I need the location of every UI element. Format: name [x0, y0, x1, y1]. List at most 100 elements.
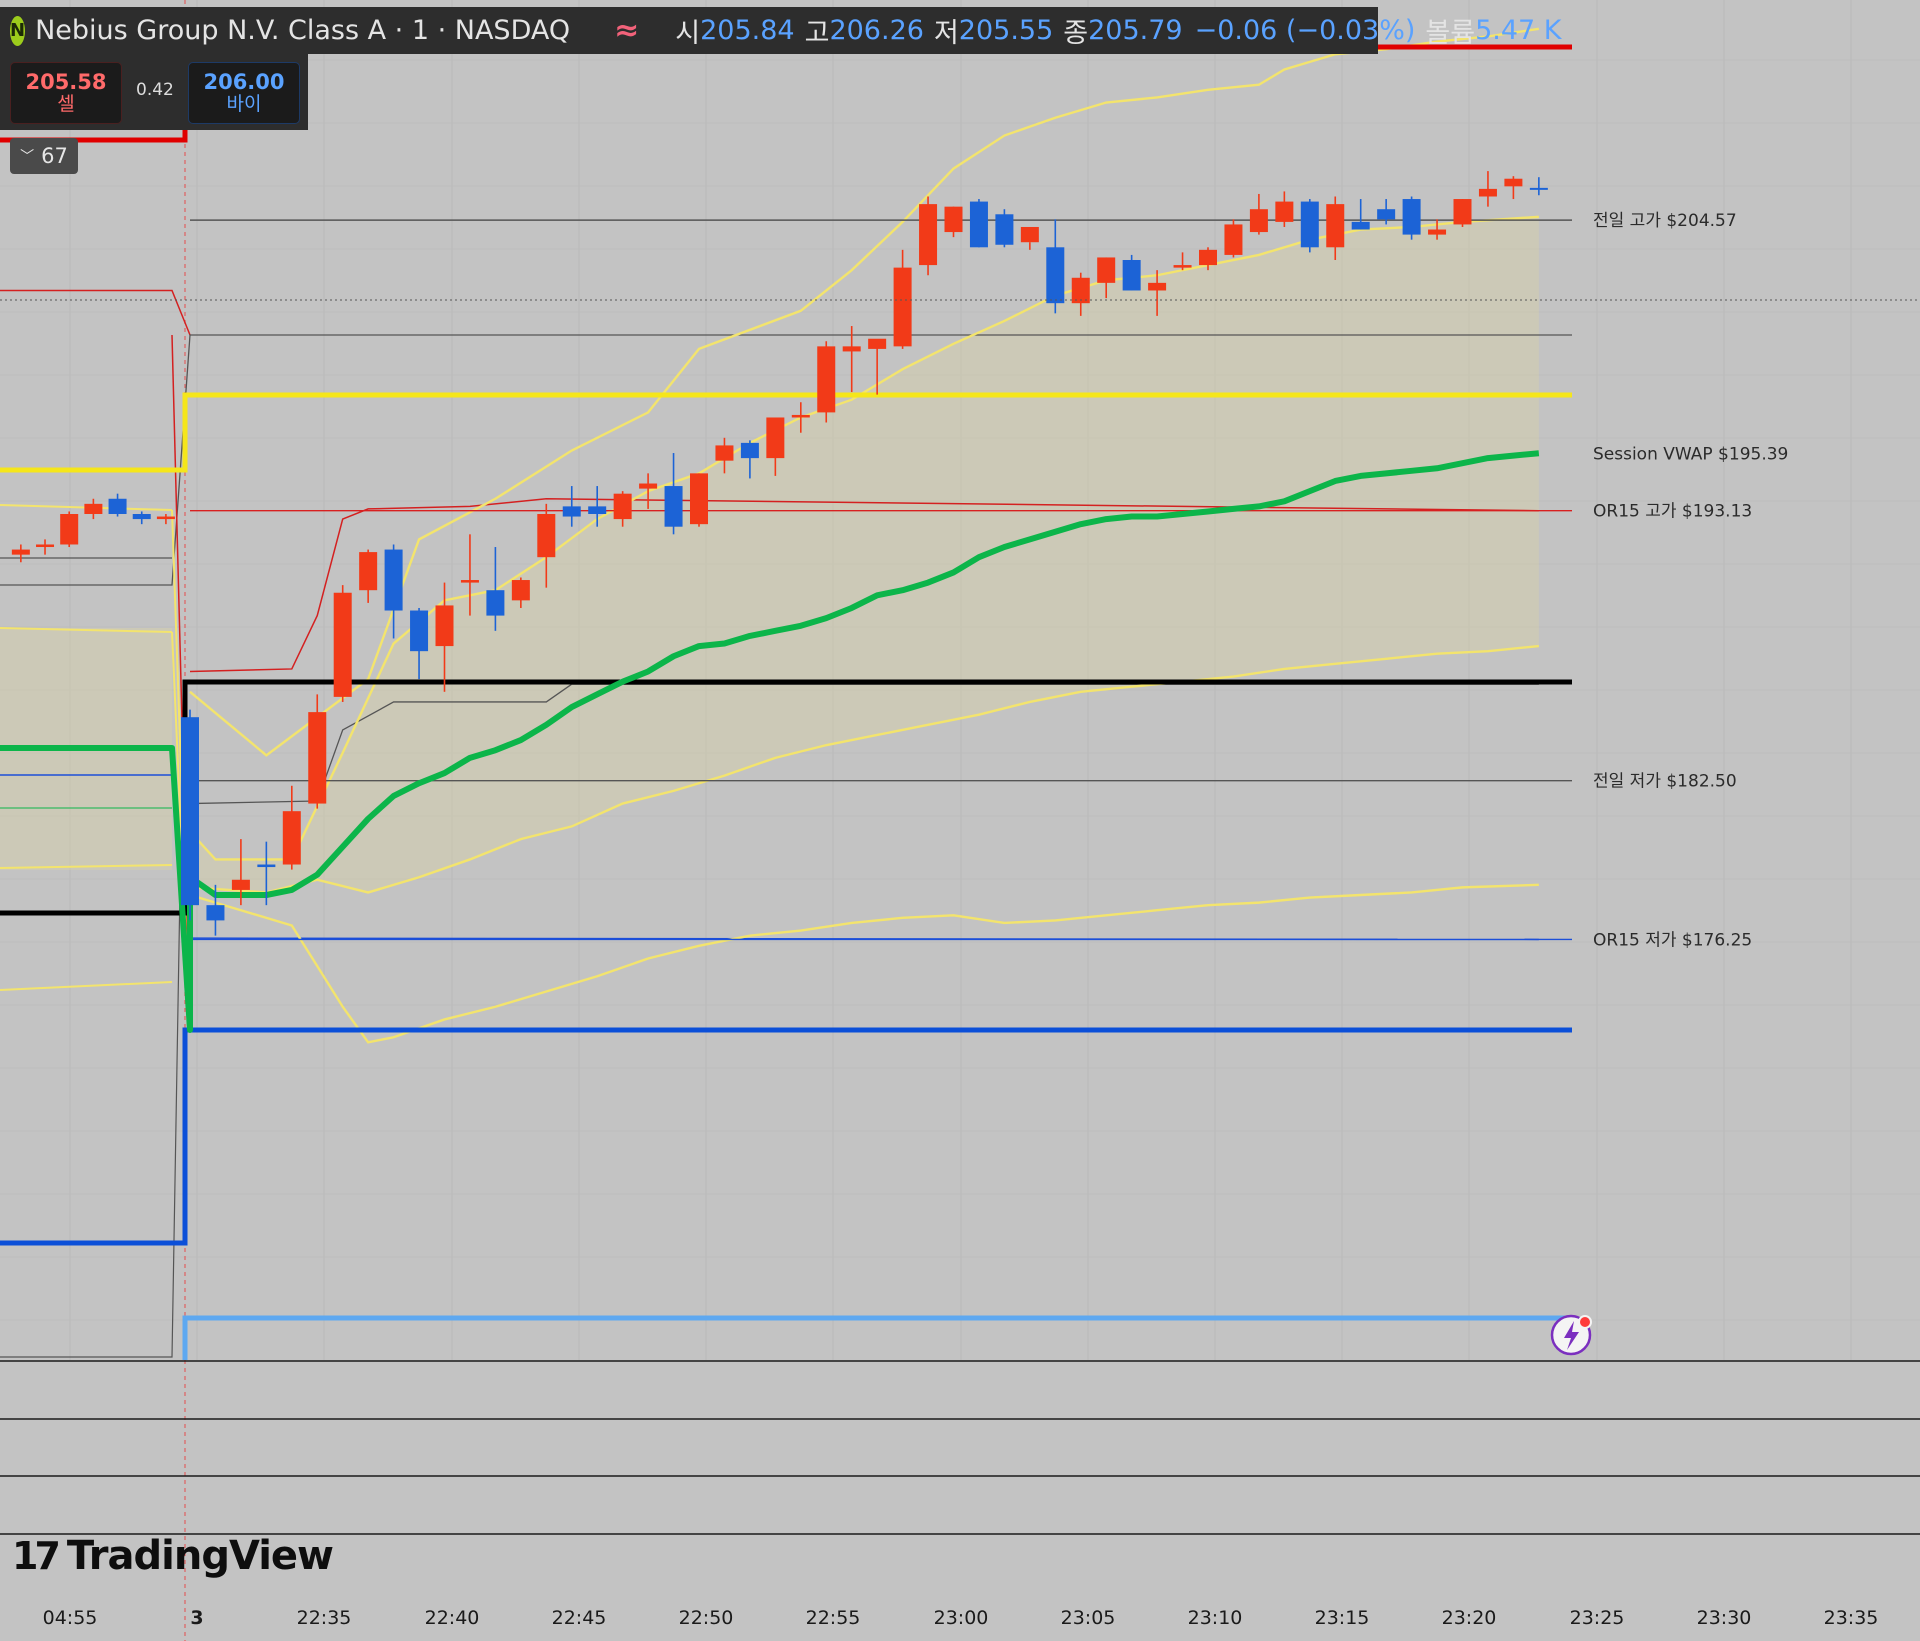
candle-body [1300, 201, 1319, 248]
level-label-1: Session VWAP $195.39 [1593, 444, 1788, 464]
candle-body [359, 552, 378, 591]
candle-body [231, 879, 250, 890]
candle-body [919, 204, 938, 266]
candle-body [1249, 209, 1268, 233]
candle-body [1071, 277, 1090, 304]
x-tick-label: 04:55 [43, 1607, 98, 1629]
x-tick-label: 23:25 [1570, 1607, 1625, 1629]
candle-body [969, 201, 988, 248]
indicator-count: 67 [41, 144, 68, 168]
candle-body [740, 442, 759, 459]
open-key: 시 [675, 18, 701, 49]
candle-body [181, 717, 199, 906]
pre-candle-body [156, 516, 175, 520]
x-tick-label: 22:50 [679, 1607, 734, 1629]
candle-body [868, 338, 887, 349]
sell-price: 205.58 [25, 70, 107, 94]
x-tick-label: 23:20 [1442, 1607, 1497, 1629]
x-tick-label: 22:40 [425, 1607, 480, 1629]
wave-icon: ≈ [614, 13, 640, 48]
candle-body [308, 712, 327, 804]
candle-body [1020, 226, 1039, 243]
level-label-3: 전일 저가 $182.50 [1593, 772, 1737, 792]
close-key: 종 [1063, 18, 1089, 49]
candle-body [435, 605, 454, 647]
spread-value: 0.42 [136, 80, 174, 100]
candle-body [1275, 201, 1294, 222]
level-label-0: 전일 고가 $204.57 [1593, 211, 1737, 231]
candle-body [384, 549, 403, 611]
pre-candle-body [60, 514, 79, 545]
x-tick-label: 3 [190, 1607, 203, 1629]
high-key: 고 [804, 18, 830, 49]
chevron-down-icon: ﹀ [20, 149, 35, 165]
tradingview-mark-icon: 17 [12, 1534, 61, 1578]
candle-body [1529, 187, 1548, 190]
candle-body [1173, 265, 1192, 268]
candle-body [1402, 199, 1421, 235]
low-key: 저 [933, 18, 959, 49]
candle-body [1453, 199, 1472, 225]
trade-panel: 205.58 셀 0.42 206.00 바이 [0, 54, 308, 130]
candle-body [1326, 204, 1345, 248]
candle-body [206, 905, 225, 921]
candle-body [1224, 224, 1243, 255]
volume-key: 볼륨 [1425, 18, 1476, 49]
candle-body [842, 346, 861, 352]
level-label-2: OR15 고가 $193.13 [1593, 502, 1752, 522]
candle-body [1478, 188, 1497, 197]
price-chart[interactable]: 전일 고가 $204.57 Session VWAP $195.39 OR15 고가… [0, 0, 1920, 1641]
x-tick-label: 23:10 [1188, 1607, 1243, 1629]
x-tick-label: 22:35 [297, 1607, 352, 1629]
alert-bolt-icon[interactable] [1550, 1314, 1592, 1356]
candle-body [1097, 257, 1116, 283]
candle-body [1428, 229, 1447, 235]
candle-body [664, 486, 683, 527]
pre-candle-body [36, 544, 55, 548]
pre-candle-body [132, 514, 151, 520]
candle-body [791, 414, 810, 418]
sell-label: 셀 [57, 93, 75, 116]
x-tick-label: 22:55 [806, 1607, 861, 1629]
buy-price: 206.00 [203, 70, 285, 94]
x-tick-label: 23:15 [1315, 1607, 1370, 1629]
candle-body [944, 206, 963, 233]
candle-body [1199, 249, 1217, 266]
candle-body [639, 483, 658, 489]
x-tick-label: 23:00 [934, 1607, 989, 1629]
x-tick-label: 22:45 [552, 1607, 607, 1629]
pre-candle-body [108, 498, 127, 514]
indicators-collapse-button[interactable]: ﹀ 67 [10, 138, 78, 174]
x-tick-label: 23:30 [1697, 1607, 1752, 1629]
pre-candle-body [84, 503, 103, 514]
candle-body [690, 473, 708, 525]
candle-body [257, 864, 276, 868]
tradingview-wordmark: TradingView [66, 1533, 334, 1579]
candle-body [1377, 209, 1396, 220]
symbol-header[interactable]: N Nebius Group N.V. Class A · 1 · NASDAQ… [0, 7, 1561, 54]
low-value: 205.55 [958, 15, 1054, 46]
candle-body [282, 811, 301, 865]
close-value: 205.79 [1088, 15, 1183, 46]
buy-button[interactable]: 206.00 바이 [188, 62, 300, 124]
sell-button[interactable]: 205.58 셀 [10, 62, 122, 124]
candle-body [537, 514, 556, 558]
open-value: 205.84 [700, 15, 795, 46]
symbol-logo-icon: N [10, 15, 26, 46]
candle-body [715, 445, 734, 461]
x-tick-label: 23:05 [1061, 1607, 1116, 1629]
symbol-title[interactable]: Nebius Group N.V. Class A · 1 · NASDAQ [35, 15, 570, 46]
x-tick-label: 23:35 [1824, 1607, 1879, 1629]
candle-body [410, 610, 429, 652]
tradingview-logo[interactable]: 17 TradingView [12, 1533, 334, 1579]
candle-body [562, 506, 581, 517]
candle-body [588, 506, 607, 514]
level-label-4: OR15 저가 $176.25 [1593, 930, 1752, 950]
buy-label: 바이 [226, 93, 262, 116]
candle-body [486, 590, 505, 616]
candle-body [893, 267, 912, 347]
candle-body [511, 580, 530, 601]
change-value: −0.06 (−0.03%) [1194, 15, 1416, 46]
candle-body [817, 346, 836, 413]
candle-body [1148, 282, 1167, 291]
